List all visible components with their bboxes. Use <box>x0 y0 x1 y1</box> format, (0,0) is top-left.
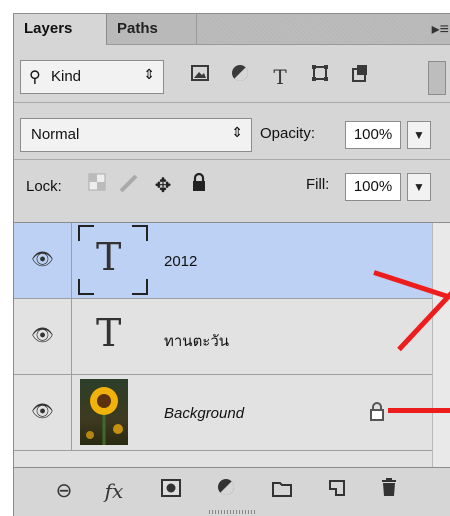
layer-name[interactable]: ทานตะวัน <box>164 329 229 353</box>
eye-icon: 👁 <box>31 249 54 269</box>
lock-position-icon[interactable]: ✥ <box>150 172 176 200</box>
add-mask-icon[interactable] <box>156 476 186 506</box>
eye-icon: 👁 <box>31 401 54 421</box>
filter-toggle-switch[interactable] <box>428 61 446 95</box>
lock-image-pixels-icon[interactable] <box>116 172 142 200</box>
lock-all-icon[interactable] <box>186 172 212 200</box>
layer-row-background[interactable]: 👁 Background <box>14 375 432 451</box>
layer-name[interactable]: Background <box>164 405 244 422</box>
opacity-input[interactable]: 100% <box>345 121 401 149</box>
text-layer-thumbnail: T <box>78 301 148 371</box>
layer-row-2012[interactable]: 👁 T 2012 <box>14 223 432 299</box>
panel-menu-icon[interactable]: ▸≡ <box>432 19 449 39</box>
fx-icon[interactable]: fx <box>99 476 129 506</box>
blend-mode-value: Normal <box>31 126 80 143</box>
type-icon: T <box>96 235 122 279</box>
eye-icon: 👁 <box>31 325 54 345</box>
stepper-icon: ⇕ <box>143 66 155 82</box>
fill-dropdown-arrow[interactable]: ▼ <box>407 173 431 201</box>
lock-transparent-pixels-icon[interactable] <box>84 172 110 200</box>
kind-filter-label: Kind <box>51 68 82 85</box>
opacity-label: Opacity: <box>260 125 316 142</box>
adjustment-layer-filter-icon[interactable] <box>226 62 254 92</box>
pixel-layer-filter-icon[interactable] <box>186 62 214 92</box>
lock-label: Lock: <box>26 178 62 195</box>
layer-row-sunflower-text[interactable]: 👁 T ทานตะวัน <box>14 299 432 375</box>
text-layer-thumbnail: T <box>78 225 148 295</box>
smart-object-filter-icon[interactable] <box>346 62 374 92</box>
fill-input[interactable]: 100% <box>345 173 401 201</box>
lock-icon <box>368 401 386 426</box>
search-icon: ⚲ <box>29 69 41 86</box>
shape-layer-filter-icon[interactable] <box>306 62 334 92</box>
background-thumbnail <box>80 379 128 445</box>
stepper-icon: ⇕ <box>231 124 243 140</box>
layer-name[interactable]: 2012 <box>164 253 197 270</box>
layers-scrollbar[interactable] <box>432 223 450 468</box>
panel-tab-bar: Layers Paths ▸≡ <box>14 14 450 45</box>
layers-panel: Layers Paths ▸≡ ⚲ Kind ⇕ T Normal ⇕ Opac… <box>13 13 450 516</box>
tab-paths[interactable]: Paths <box>107 14 197 44</box>
layers-list: 👁 T 2012 👁 T ทานตะวัน 👁 Background <box>14 222 450 468</box>
new-group-icon[interactable] <box>267 476 297 506</box>
opacity-dropdown-arrow[interactable]: ▼ <box>407 121 431 149</box>
tab-layers[interactable]: Layers <box>14 14 107 45</box>
fill-label: Fill: <box>306 176 330 193</box>
divider <box>14 159 450 160</box>
visibility-toggle[interactable]: 👁 <box>14 223 72 298</box>
new-layer-icon[interactable] <box>322 476 352 506</box>
blend-mode-select[interactable]: Normal ⇕ <box>20 118 252 152</box>
tab-bar-fill <box>198 17 428 41</box>
type-layer-filter-icon[interactable]: T <box>266 62 294 92</box>
annotation-line <box>388 408 450 413</box>
delete-icon[interactable] <box>374 476 404 506</box>
adjustment-icon[interactable] <box>211 476 241 506</box>
visibility-toggle[interactable]: 👁 <box>14 299 72 374</box>
visibility-toggle[interactable]: 👁 <box>14 375 72 450</box>
divider <box>14 102 450 103</box>
type-icon: T <box>96 311 122 355</box>
kind-filter-select[interactable]: ⚲ Kind ⇕ <box>20 60 164 94</box>
panel-resize-grip[interactable] <box>209 510 255 514</box>
layers-bottom-toolbar: ⊖ fx <box>14 467 450 516</box>
link-layers-icon[interactable]: ⊖ <box>49 476 79 506</box>
